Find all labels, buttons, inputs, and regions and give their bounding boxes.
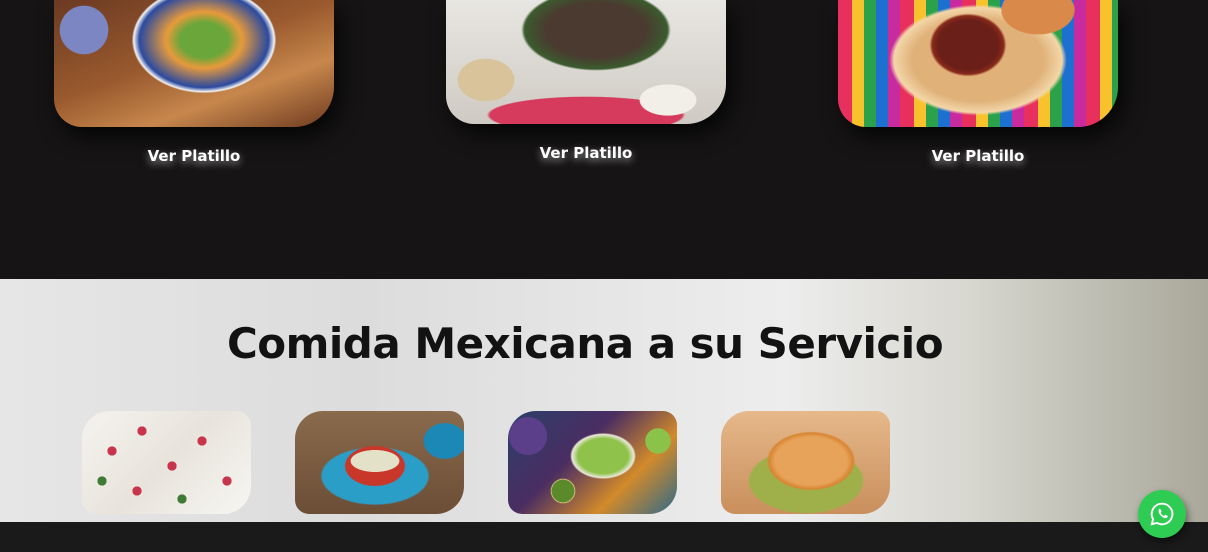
footer-strip xyxy=(0,522,1208,552)
view-dish-button[interactable]: Ver Platillo xyxy=(838,147,1118,165)
thumbnail-enchiladas[interactable] xyxy=(295,411,464,514)
view-dish-button[interactable]: Ver Platillo xyxy=(446,144,726,162)
dish-image-cochinita[interactable] xyxy=(838,0,1118,127)
thumbnail-tamales[interactable] xyxy=(721,411,890,514)
view-dish-button[interactable]: Ver Platillo xyxy=(54,147,334,165)
services-section: Comida Mexicana a su Servicio xyxy=(0,279,1208,522)
section-title: Comida Mexicana a su Servicio xyxy=(226,319,944,368)
featured-dishes-section: Ver Platillo Ver Platillo Ver Platillo xyxy=(0,0,1208,279)
whatsapp-icon xyxy=(1150,502,1174,526)
thumbnail-enfrijoladas[interactable] xyxy=(508,411,677,514)
whatsapp-button[interactable] xyxy=(1138,490,1186,538)
thumbnail-chiles-en-nogada[interactable] xyxy=(82,411,251,514)
dish-image-pozole[interactable] xyxy=(54,0,334,127)
dish-image-barbacoa[interactable] xyxy=(446,0,726,124)
